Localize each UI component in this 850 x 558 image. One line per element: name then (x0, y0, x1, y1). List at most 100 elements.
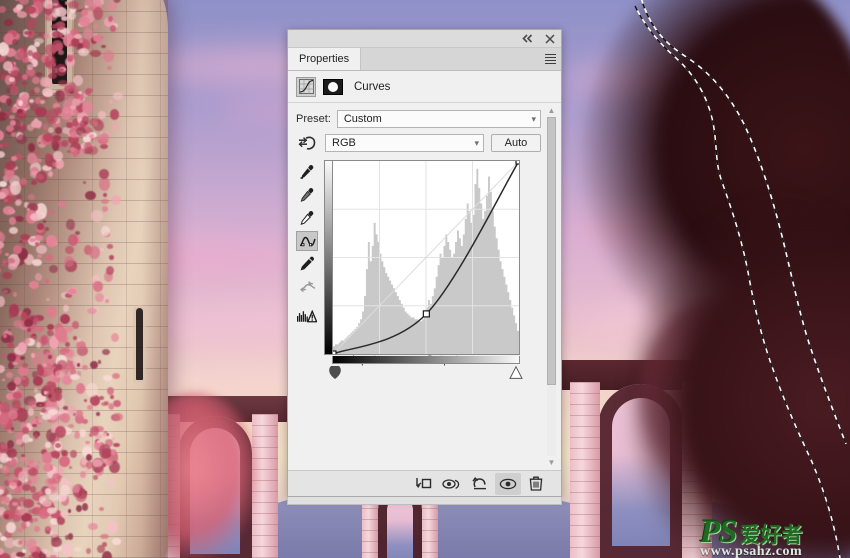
panel-menu-icon[interactable] (539, 48, 561, 70)
blossom-cluster (83, 398, 87, 402)
blossom-cluster (37, 460, 42, 464)
blossom-cluster (46, 507, 57, 514)
blossom-cluster (27, 408, 35, 417)
mid-point-handle[interactable] (422, 310, 430, 318)
histogram-warning-icon[interactable] (296, 306, 318, 326)
blossom-cluster (21, 80, 29, 86)
properties-panel[interactable]: Properties Curves Preset: Custom ▾ RGB ▾… (287, 29, 562, 505)
curves-plot-svg[interactable] (333, 161, 519, 354)
blossom-cluster (11, 400, 18, 406)
blossom-cluster (86, 547, 92, 554)
blossom-cluster (99, 395, 104, 401)
blossom-cluster (89, 134, 94, 138)
blossom-cluster (93, 23, 99, 29)
blossom-cluster (112, 538, 122, 545)
toggle-layer-visibility-button[interactable] (495, 472, 521, 495)
hamburger-lines (544, 52, 556, 66)
scrollbar-thumb[interactable] (547, 117, 556, 385)
sample-black-point-eyedropper[interactable] (296, 162, 318, 182)
curves-plot-box[interactable] (332, 160, 520, 355)
scroll-down-arrow-icon[interactable]: ▼ (545, 457, 558, 468)
blossom-cluster (16, 134, 27, 145)
curves-adjustment-icon[interactable] (296, 76, 316, 97)
curves-graph[interactable] (324, 160, 523, 379)
blossom-cluster (28, 438, 33, 443)
curves-target-adjust-icon[interactable] (296, 134, 318, 152)
delete-adjustment-layer-button[interactable] (523, 473, 549, 495)
blossom-cluster (59, 68, 65, 72)
blossom-cluster (0, 365, 6, 374)
close-icon[interactable] (543, 32, 556, 45)
blossom-cluster (103, 192, 107, 197)
blossom-cluster (45, 297, 51, 302)
blossom-cluster (27, 327, 31, 333)
blossom-cluster (107, 476, 116, 485)
blossom-cluster (110, 394, 114, 400)
blossom-cluster (5, 372, 13, 378)
white-input-slider[interactable] (509, 365, 523, 379)
sample-gray-point-eyedropper[interactable] (296, 185, 318, 205)
white-point-handle[interactable] (515, 161, 519, 165)
blossom-cluster (4, 513, 9, 520)
blossom-cluster (65, 245, 75, 255)
blossom-cluster (40, 335, 49, 345)
blossom-cluster (85, 190, 96, 201)
layer-mask-thumbnail[interactable] (323, 78, 343, 95)
blossom-cluster (22, 242, 27, 246)
blossom-cluster (19, 355, 25, 360)
blossom-cluster (72, 320, 79, 329)
blossom-cluster (37, 32, 43, 37)
blossom-cluster (1, 288, 11, 295)
blossom-cluster (101, 348, 110, 356)
blossom-cluster (96, 412, 100, 417)
reset-adjustment-button[interactable] (467, 473, 493, 495)
blossom-cluster (82, 364, 88, 370)
output-gradient-strip (324, 160, 332, 355)
blossom-cluster (41, 87, 53, 97)
panel-scrollbar[interactable]: ▲ ▼ (545, 105, 558, 468)
preset-dropdown[interactable]: Custom ▾ (336, 110, 541, 128)
blossom-cluster (75, 341, 86, 351)
blossom-cluster (15, 198, 22, 205)
blossom-cluster (4, 115, 8, 119)
scroll-up-arrow-icon[interactable]: ▲ (545, 105, 558, 116)
panel-dock-shelf (287, 497, 562, 505)
blossom-cluster (100, 533, 109, 540)
smooth-curve-values-tool[interactable] (296, 277, 318, 297)
blossom-cluster (0, 295, 5, 307)
blossom-cluster (42, 363, 47, 367)
black-input-slider[interactable] (328, 364, 342, 379)
blossom-cluster (106, 65, 113, 71)
blossom-cluster (53, 150, 63, 162)
tab-properties[interactable]: Properties (288, 48, 362, 70)
blossom-cluster (83, 180, 87, 184)
blossom-cluster (88, 522, 98, 530)
blossom-cluster (76, 382, 86, 395)
blossom-cluster (28, 458, 35, 465)
blossom-cluster (42, 78, 53, 87)
collapse-double-arrow-icon[interactable] (521, 32, 534, 45)
blossom-cluster (67, 533, 74, 540)
scrollbar-track[interactable] (547, 117, 556, 456)
auto-button[interactable]: Auto (491, 134, 541, 152)
view-previous-state-button[interactable] (439, 473, 465, 495)
blossom-cluster (53, 2, 59, 6)
blossom-cluster (4, 18, 14, 26)
draw-curve-pencil-tool[interactable] (296, 254, 318, 274)
blossom-cluster (3, 206, 15, 215)
blossom-cluster (54, 425, 66, 439)
blossom-cluster (1, 260, 8, 267)
blossom-cluster (111, 195, 121, 205)
edit-points-curve-tool[interactable] (296, 231, 318, 251)
blossom-cluster (67, 287, 78, 296)
blossom-cluster (81, 100, 94, 114)
blossom-cluster (73, 92, 80, 99)
blossom-cluster (5, 97, 13, 107)
sample-white-point-eyedropper[interactable] (296, 208, 318, 228)
channel-dropdown[interactable]: RGB ▾ (325, 134, 484, 152)
black-point-handle[interactable] (333, 350, 337, 354)
mask-shape (328, 81, 338, 92)
clip-to-layer-button[interactable] (411, 473, 437, 495)
panel-body: Preset: Custom ▾ RGB ▾ Auto ▲ ▼ (288, 103, 561, 470)
blossom-cluster (12, 244, 22, 255)
